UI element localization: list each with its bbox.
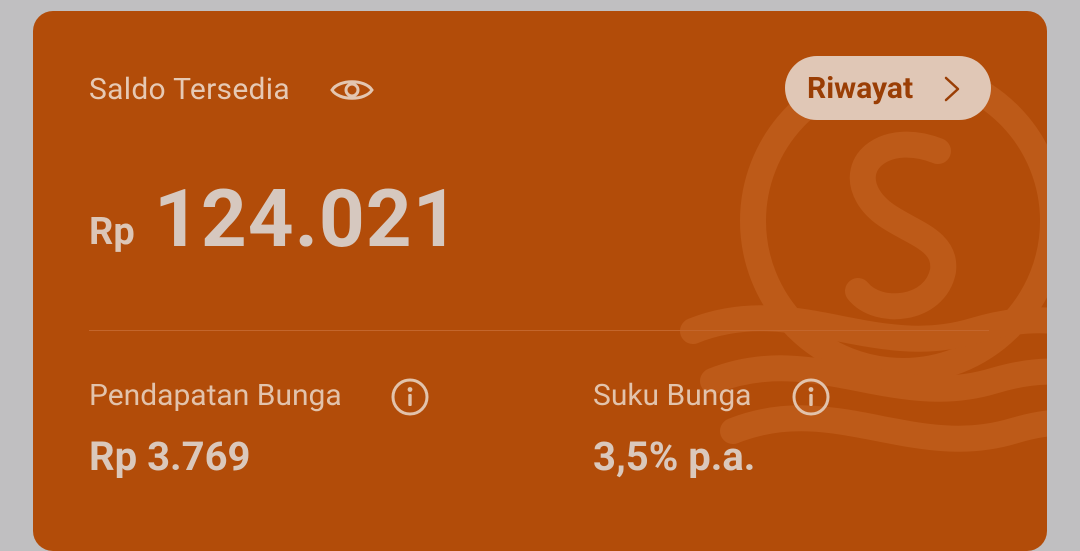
eye-icon[interactable]	[329, 74, 375, 106]
history-button[interactable]: Riwayat	[785, 56, 991, 120]
savings-card: Saldo Tersedia Riwayat Rp 124.021 Pendap…	[33, 11, 1047, 551]
divider	[89, 330, 989, 331]
balance-currency: Rp	[89, 210, 135, 254]
interest-earned-label: Pendapatan Bunga	[89, 378, 342, 413]
balance-label: Saldo Tersedia	[89, 72, 290, 107]
interest-rate-value: 3,5% p.a.	[593, 433, 756, 480]
history-button-label: Riwayat	[807, 70, 914, 106]
info-icon[interactable]	[791, 377, 831, 417]
interest-rate-label: Suku Bunga	[593, 378, 752, 413]
balance-amount: 124.021	[154, 172, 460, 266]
info-icon[interactable]	[390, 377, 430, 417]
chevron-right-icon	[944, 76, 960, 102]
interest-earned-value: Rp 3.769	[89, 433, 251, 480]
